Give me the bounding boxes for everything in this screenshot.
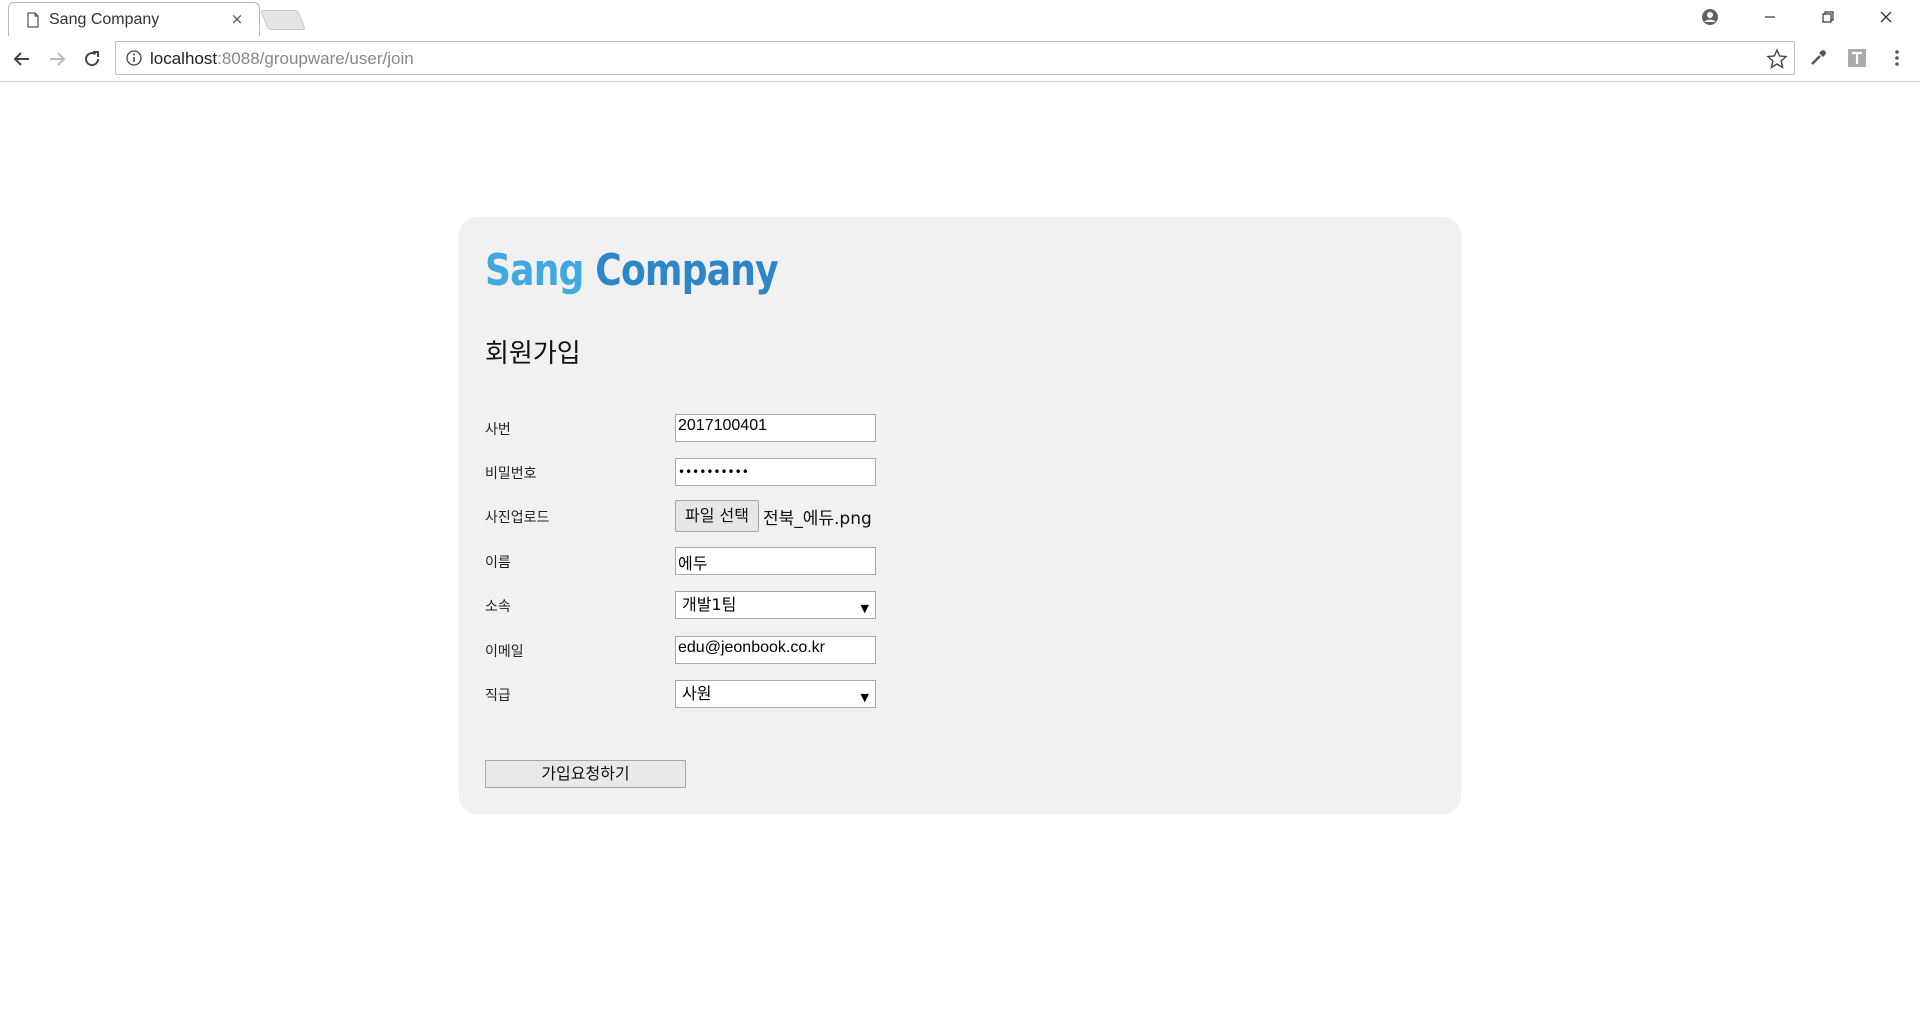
- menu-kebab-icon[interactable]: [1885, 46, 1909, 70]
- browser-tab[interactable]: Sang Company ×: [8, 2, 260, 36]
- browser-toolbar: localhost:8088/groupware/user/join: [0, 36, 1920, 82]
- bookmark-star-icon[interactable]: [1766, 48, 1788, 70]
- department-selected-value: 개발1팀: [682, 595, 737, 614]
- department-row: 소속 개발1팀 ▼: [485, 591, 1185, 619]
- close-window-icon[interactable]: [1857, 0, 1915, 34]
- name-input[interactable]: 에두: [675, 547, 876, 575]
- email-row: 이메일 edu@jeonbook.co.kr: [485, 636, 1185, 664]
- url-text[interactable]: localhost:8088/groupware/user/join: [150, 49, 414, 69]
- position-select[interactable]: 사원 ▼: [675, 680, 876, 708]
- position-label: 직급: [485, 688, 511, 704]
- employee-no-row: 사번 2017100401: [485, 414, 1185, 442]
- profile-icon[interactable]: [1681, 0, 1739, 34]
- back-icon[interactable]: [9, 46, 35, 72]
- eyedropper-icon[interactable]: [1806, 46, 1830, 70]
- info-icon[interactable]: [126, 50, 142, 66]
- position-selected-value: 사원: [682, 684, 712, 703]
- minimize-icon[interactable]: [1741, 0, 1799, 34]
- forward-icon[interactable]: [44, 46, 70, 72]
- photo-upload-label: 사진업로드: [485, 510, 550, 526]
- restore-icon[interactable]: [1799, 0, 1857, 34]
- password-input[interactable]: ••••••••••: [675, 458, 876, 486]
- browser-titlebar: Sang Company ×: [0, 0, 1920, 36]
- password-label: 비밀번호: [485, 466, 537, 482]
- department-label: 소속: [485, 599, 511, 615]
- reload-icon[interactable]: [79, 46, 105, 72]
- tab-title: Sang Company: [49, 11, 160, 28]
- employee-no-label: 사번: [485, 422, 511, 438]
- join-request-button[interactable]: 가입요청하기: [485, 760, 686, 788]
- join-form-panel: Sang Company 회원가입 사번 2017100401 비밀번호 •••…: [459, 217, 1461, 814]
- page-icon: [27, 12, 39, 28]
- dropdown-arrow-icon: ▼: [860, 691, 869, 704]
- photo-upload-row: 사진업로드 파일 선택 전북_에듀.png: [485, 500, 1185, 532]
- password-row: 비밀번호 ••••••••••: [485, 458, 1185, 486]
- name-row: 이름 에두: [485, 547, 1185, 575]
- email-label: 이메일: [485, 644, 524, 660]
- selected-file-name: 전북_에듀.png: [762, 508, 872, 529]
- address-bar[interactable]: localhost:8088/groupware/user/join: [115, 41, 1795, 75]
- dropdown-arrow-icon: ▼: [860, 602, 869, 615]
- page-title: 회원가입: [485, 339, 581, 369]
- file-input: 파일 선택 전북_에듀.png: [675, 500, 872, 532]
- choose-file-button[interactable]: 파일 선택: [675, 500, 759, 532]
- tab-close-icon[interactable]: ×: [229, 10, 245, 28]
- company-logo: Sang Company: [485, 245, 779, 296]
- email-input[interactable]: edu@jeonbook.co.kr: [675, 636, 876, 664]
- name-label: 이름: [485, 555, 511, 571]
- position-row: 직급 사원 ▼: [485, 680, 1185, 708]
- extension-t-icon[interactable]: [1845, 46, 1869, 70]
- new-tab-button[interactable]: [259, 10, 307, 30]
- employee-no-input[interactable]: 2017100401: [675, 414, 876, 442]
- department-select[interactable]: 개발1팀 ▼: [675, 591, 876, 619]
